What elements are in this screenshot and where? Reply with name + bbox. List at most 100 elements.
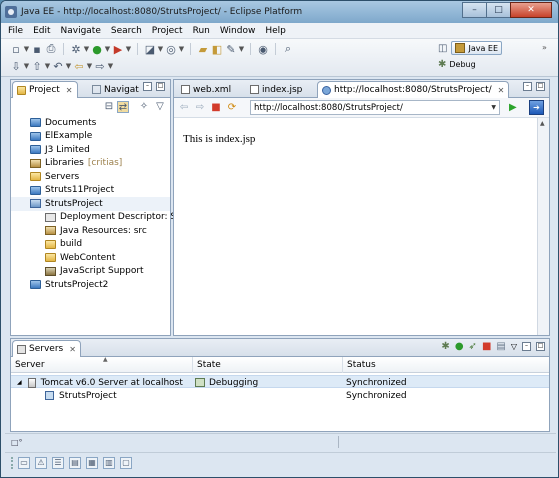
minimize-button[interactable]: – (462, 2, 487, 18)
chevron-down-icon[interactable]: ▼ (125, 45, 132, 53)
next-annotation-icon[interactable]: ⇩ (9, 60, 23, 73)
fast-view-tasks-icon[interactable]: ▭ (18, 456, 30, 469)
maximize-view-icon[interactable]: □ (536, 342, 545, 351)
column-status[interactable]: Status (343, 357, 549, 373)
new-icon[interactable]: ▫ (9, 43, 23, 56)
minimize-view-icon[interactable]: – (143, 82, 152, 91)
tree-item-deployment-descriptor[interactable]: Deployment Descriptor: Stru (11, 211, 189, 225)
table-row[interactable]: StrutsProject Synchronized (11, 389, 549, 402)
new-web-icon[interactable]: ◎ (164, 43, 178, 56)
tab-browser[interactable]: http://localhost:8080/StrutsProject/ ✕ (317, 81, 510, 98)
external-tools-icon[interactable]: ▶ (111, 43, 125, 56)
tab-servers[interactable]: Servers ✕ (12, 340, 81, 357)
fast-view-properties-icon[interactable]: ☰ (52, 456, 64, 469)
tab-navigator[interactable]: Navigat (88, 81, 143, 98)
fast-view-data-icon[interactable]: ▥ (103, 456, 115, 469)
menu-navigate[interactable]: Navigate (61, 26, 101, 36)
tab-project-explorer[interactable]: Project ✕ (12, 81, 78, 98)
open-type-icon[interactable]: ▰ (196, 43, 210, 56)
fast-view-servers-icon[interactable]: ▦ (86, 456, 98, 469)
chevron-down-icon[interactable]: ▼ (86, 62, 93, 70)
minimize-view-icon[interactable]: – (523, 82, 532, 91)
save-icon[interactable]: ▪ (30, 43, 44, 56)
menu-run[interactable]: Run (193, 26, 210, 36)
fast-view-console-icon[interactable]: ▢ (120, 456, 132, 469)
close-icon[interactable]: ✕ (66, 86, 73, 95)
column-server[interactable]: Server ▲ (11, 356, 193, 373)
menu-project[interactable]: Project (152, 26, 183, 36)
tree-item-libraries[interactable]: Libraries [critias] (11, 157, 170, 171)
chevron-down-icon[interactable]: ▼ (23, 45, 30, 53)
tree-item-elexample[interactable]: ElExample (11, 130, 170, 144)
column-state[interactable]: State (193, 357, 343, 373)
debug-server-icon[interactable]: ✱ (441, 341, 449, 352)
chevron-down-icon[interactable]: ▼ (238, 45, 245, 53)
start-server-icon[interactable]: ● (455, 341, 464, 352)
new-server-icon[interactable]: ◪ (143, 43, 157, 56)
scroll-up-icon[interactable]: ▲ (540, 120, 545, 127)
vertical-scrollbar[interactable]: ▲ (537, 118, 549, 335)
maximize-view-icon[interactable]: □ (536, 82, 545, 91)
status-left-indicator[interactable]: □° (11, 438, 23, 447)
open-perspective-icon[interactable]: ◫ (438, 43, 447, 54)
tree-item-strutsproject[interactable]: StrutsProject (11, 197, 170, 211)
view-menu-icon[interactable]: ✧ (138, 101, 150, 113)
view-menu-chevron-icon[interactable]: ▽ (154, 101, 166, 113)
tree-item-struts11project[interactable]: Struts11Project (11, 184, 170, 198)
link-with-editor-icon[interactable]: ⇄ (117, 101, 129, 113)
globe-icon[interactable]: ◉ (256, 43, 270, 56)
menu-search[interactable]: Search (111, 26, 142, 36)
menu-help[interactable]: Help (265, 26, 286, 36)
tree-item-servers[interactable]: Servers (11, 170, 170, 184)
prev-annotation-icon[interactable]: ⇧ (30, 60, 44, 73)
close-icon[interactable]: ✕ (69, 345, 76, 354)
tree-item-webcontent[interactable]: WebContent (11, 251, 170, 265)
close-icon[interactable]: ✕ (498, 86, 505, 95)
view-menu-chevron-icon[interactable]: ▽ (511, 342, 517, 351)
back-icon[interactable]: ⇦ (178, 102, 190, 113)
run-icon[interactable]: ● (90, 43, 104, 56)
tree-item-strutsproject2[interactable]: StrutsProject2 (11, 278, 170, 292)
tab-index-jsp[interactable]: index.jsp (246, 81, 306, 98)
tree-item-j3-limited[interactable]: J3 Limited (11, 143, 170, 157)
go-icon[interactable]: ▶ (509, 102, 517, 113)
url-field[interactable]: http://localhost:8080/StrutsProject/ ▼ (250, 100, 500, 115)
print-icon[interactable]: ⎙ (44, 42, 58, 56)
toolbar-overflow-chevron[interactable]: » (542, 43, 547, 52)
menu-window[interactable]: Window (220, 26, 256, 36)
publish-icon[interactable]: ▤ (496, 341, 505, 352)
debug-icon[interactable]: ✲ (69, 43, 83, 56)
stop-server-icon[interactable]: ■ (482, 341, 491, 352)
last-edit-icon[interactable]: ↶ (51, 60, 65, 73)
perspective-java-ee[interactable]: Java EE (451, 41, 503, 55)
chevron-down-icon[interactable]: ▼ (23, 62, 30, 70)
maximize-view-icon[interactable]: □ (156, 82, 165, 91)
back-icon[interactable]: ⇦ (72, 60, 86, 73)
pencil-icon[interactable]: ✎ (224, 43, 238, 56)
menu-file[interactable]: File (8, 26, 23, 36)
tab-web-xml[interactable]: web.xml (177, 81, 235, 98)
chevron-down-icon[interactable]: ▼ (491, 104, 496, 111)
collapse-all-icon[interactable]: ⊟ (103, 101, 115, 113)
chevron-down-icon[interactable]: ▼ (178, 45, 185, 53)
fast-view-problems-icon[interactable]: ⚠ (35, 456, 47, 469)
chevron-down-icon[interactable]: ▼ (104, 45, 111, 53)
open-external-icon[interactable]: ➔ (529, 100, 544, 115)
close-button[interactable]: ✕ (510, 2, 552, 18)
perspective-debug[interactable]: ✱ Debug (438, 59, 476, 70)
fast-view-snippets-icon[interactable]: ▤ (69, 456, 81, 469)
trim-handle[interactable] (11, 456, 13, 469)
forward-icon[interactable]: ⇨ (93, 60, 107, 73)
table-row[interactable]: ◢ Tomcat v6.0 Server at localhost Debugg… (11, 375, 549, 388)
menu-edit[interactable]: Edit (33, 26, 50, 36)
minimize-view-icon[interactable]: – (522, 342, 531, 351)
tree-item-java-resources[interactable]: Java Resources: src (11, 224, 170, 238)
open-folder-icon[interactable]: ◧ (210, 43, 224, 56)
tree-item-build[interactable]: build (11, 238, 170, 252)
chevron-down-icon[interactable]: ▼ (65, 62, 72, 70)
tree-item-javascript-support[interactable]: JavaScript Support (11, 265, 170, 279)
maximize-button[interactable]: □ (486, 2, 511, 18)
search-icon[interactable]: ⌕ (281, 42, 295, 56)
chevron-down-icon[interactable]: ▼ (107, 62, 114, 70)
stop-icon[interactable]: ■ (210, 102, 222, 113)
